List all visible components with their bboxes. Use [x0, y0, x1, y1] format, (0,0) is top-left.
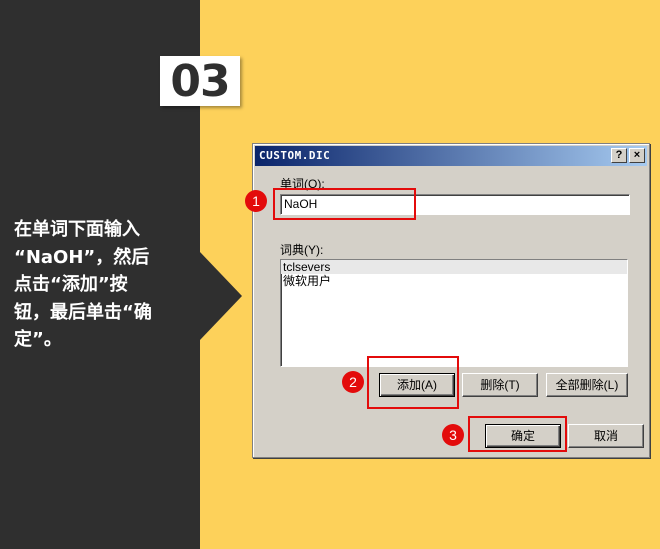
delete-all-button[interactable]: 全部删除(L) [546, 373, 628, 397]
callout-badge-3: 3 [442, 424, 464, 446]
step-number: 03 [160, 56, 240, 107]
title-bar: CUSTOM.DIC ? × [255, 146, 647, 166]
help-button[interactable]: ? [611, 148, 627, 163]
delete-button[interactable]: 删除(T) [462, 373, 538, 397]
callout-box-add [367, 356, 459, 409]
list-item[interactable]: 微软用户 [281, 274, 627, 288]
close-button[interactable]: × [629, 148, 645, 163]
dictionary-label: 词典(Y): [280, 243, 324, 257]
cancel-button[interactable]: 取消 [568, 424, 644, 448]
callout-box-ok [468, 416, 567, 452]
callout-box-word [273, 188, 416, 220]
dialog-title: CUSTOM.DIC [259, 149, 331, 162]
callout-badge-1: 1 [245, 190, 267, 212]
dictionary-list[interactable]: tclsevers 微软用户 [280, 259, 628, 367]
instruction-text: 在单词下面输入 “NaOH”，然后 点击“添加”按 钮，最后单击“确 定”。 [14, 219, 152, 350]
list-item[interactable]: tclsevers [281, 260, 627, 274]
arrow-pointer [200, 252, 242, 340]
callout-badge-2: 2 [342, 371, 364, 393]
